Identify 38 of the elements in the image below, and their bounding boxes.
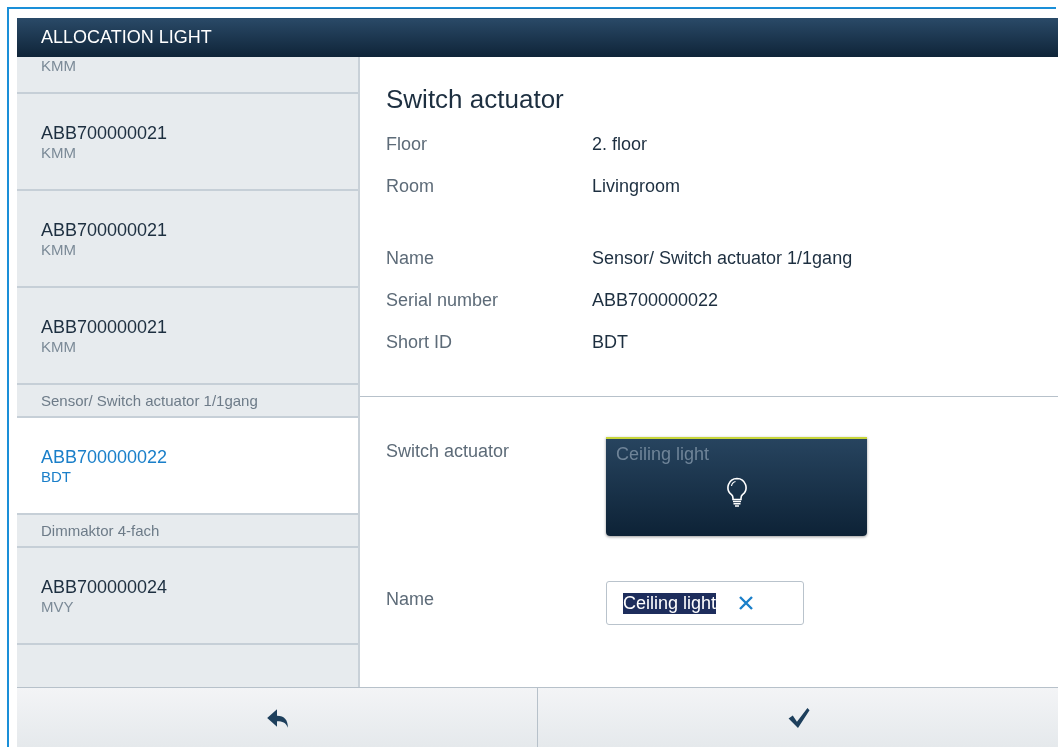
device-list-item[interactable]: ABB700000021 KMM [17, 191, 358, 288]
section-title: Switch actuator [386, 84, 565, 115]
field-label: Short ID [386, 331, 454, 353]
group-label: Dimmaktor 4-fach [41, 522, 160, 539]
field-value: BDT [592, 331, 628, 353]
device-short-id: BDT [41, 467, 72, 485]
group-label: Sensor/ Switch actuator 1/1gang [41, 392, 258, 409]
field-value: Livingroom [592, 175, 681, 197]
field-value: ABB700000022 [592, 289, 719, 311]
device-list-item[interactable]: ABB700000021 KMM [17, 288, 358, 385]
field-label: Serial number [386, 289, 500, 311]
device-serial: ABB700000021 [41, 219, 169, 241]
device-serial: ABB700000024 [41, 576, 169, 598]
light-bulb-icon [725, 477, 748, 507]
device-short-id: KMM [41, 240, 77, 258]
device-serial: ABB700000021 [41, 316, 169, 338]
field-label: Name [386, 589, 435, 610]
device-serial: ABB700000021 [41, 122, 169, 144]
confirm-button[interactable] [537, 688, 1058, 747]
back-button[interactable] [17, 688, 537, 747]
field-value: Sensor/ Switch actuator 1/1gang [592, 247, 853, 269]
tile-label: Ceiling light [616, 444, 710, 465]
device-serial: ABB700000022 [41, 446, 169, 468]
device-list-item[interactable]: ABB700000024 MVY [17, 548, 358, 645]
device-short-id: MVY [41, 597, 75, 615]
device-short-id: KMM [41, 337, 77, 355]
window-title: ALLOCATION LIGHT [41, 27, 212, 48]
input-field[interactable]: Ceiling light [606, 581, 804, 625]
device-list-item[interactable]: ABB700000022 BDT [17, 418, 358, 515]
device-list-item[interactable]: ABB700000021 KMM [17, 94, 358, 191]
device-short-id: KMM [41, 57, 77, 74]
field-label: Switch actuator [386, 441, 511, 462]
field-label: Room [386, 175, 435, 197]
checkmark-icon [786, 706, 810, 729]
device-short-id: KMM [41, 143, 77, 161]
field-label: Floor [386, 133, 428, 155]
field-label: Name [386, 247, 435, 269]
field-value: 2. floor [592, 133, 648, 155]
